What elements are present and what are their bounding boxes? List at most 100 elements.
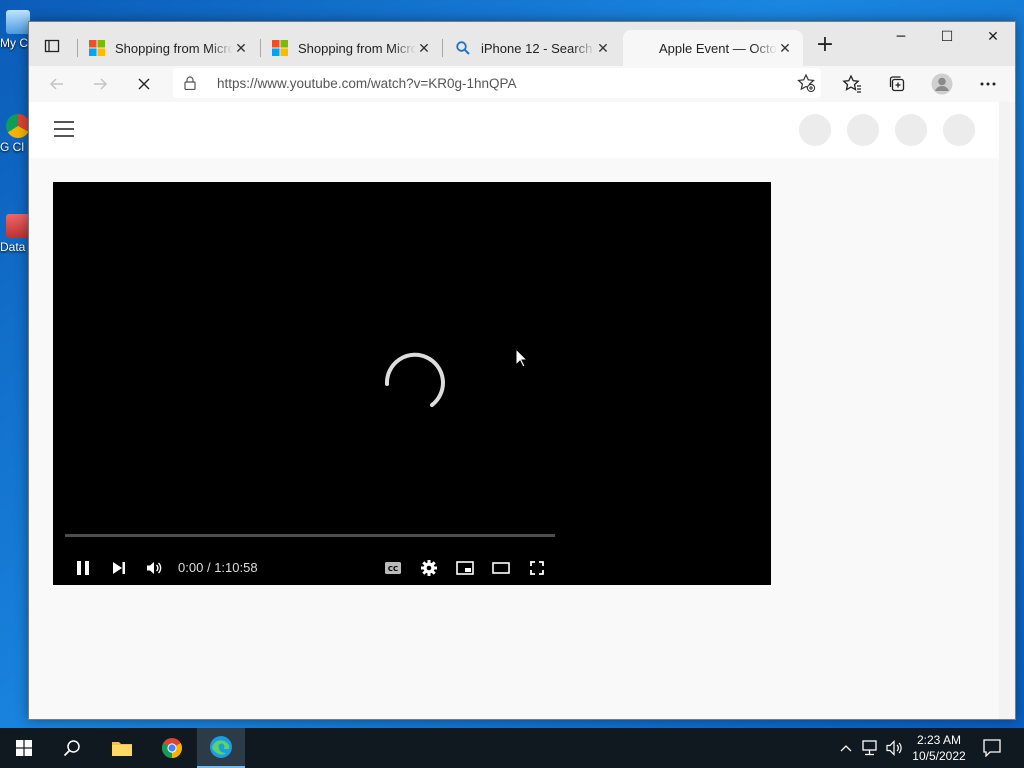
speaker-icon xyxy=(886,740,902,756)
tab-close-icon[interactable]: ✕ xyxy=(777,40,793,57)
address-bar[interactable]: https://www.youtube.com/watch?v=KR0g-1hn… xyxy=(173,68,821,98)
arrow-right-icon xyxy=(94,78,108,90)
data-shortcut-icon xyxy=(6,214,30,238)
subtitles-button[interactable]: CC xyxy=(381,556,405,580)
profile-button[interactable] xyxy=(928,70,956,98)
video-progress-bar[interactable] xyxy=(65,534,555,537)
desktop-icon-my-computer[interactable]: My C xyxy=(0,10,30,50)
search-icon xyxy=(456,41,470,55)
fullscreen-icon xyxy=(530,561,544,575)
chevron-up-icon xyxy=(840,745,852,752)
clock-date: 10/5/2022 xyxy=(912,749,966,763)
minimize-button[interactable]: ─ xyxy=(878,22,924,52)
favorites-button[interactable] xyxy=(838,70,866,98)
tab-apple-event[interactable]: Apple Event — October ✕ xyxy=(623,30,803,66)
notifications-button[interactable] xyxy=(978,728,1006,768)
tab-strip: Shopping from Microsoft ✕ Shopping from … xyxy=(29,22,1015,66)
time-separator: / xyxy=(206,560,211,575)
address-url[interactable]: https://www.youtube.com/watch?v=KR0g-1hn… xyxy=(207,76,517,91)
desktop-icon-google-chrome[interactable]: G Cl xyxy=(0,114,30,154)
taskbar: 2:23 AM 10/5/2022 xyxy=(0,728,1024,768)
mute-button[interactable] xyxy=(142,556,166,580)
microsoft-logo-icon xyxy=(272,40,288,56)
desktop-icon-label: Data xyxy=(0,240,26,254)
tab-title: Apple Event — October xyxy=(659,40,777,56)
hamburger-menu-icon[interactable] xyxy=(54,121,74,137)
miniplayer-button[interactable] xyxy=(453,556,477,580)
loading-icon xyxy=(633,40,649,56)
back-button[interactable] xyxy=(43,70,71,98)
tab-title: Shopping from Microsoft xyxy=(115,40,233,56)
edge-icon xyxy=(210,736,232,758)
search-button[interactable] xyxy=(48,728,96,768)
stop-loading-button[interactable] xyxy=(130,70,158,98)
browser-toolbar: https://www.youtube.com/watch?v=KR0g-1hn… xyxy=(29,66,1015,102)
tab-actions-icon xyxy=(44,39,60,53)
show-hidden-icons-button[interactable] xyxy=(836,728,856,768)
tab-shopping-microsoft-1[interactable]: Shopping from Microsoft ✕ xyxy=(79,30,259,66)
favorites-icon xyxy=(842,74,861,93)
notification-icon xyxy=(983,739,1001,757)
more-dots-icon xyxy=(980,82,996,86)
svg-text:CC: CC xyxy=(388,565,398,573)
forward-button[interactable] xyxy=(86,70,114,98)
close-window-button[interactable]: ✕ xyxy=(970,22,1016,52)
tab-title: iPhone 12 - Search xyxy=(481,40,593,56)
tab-shopping-microsoft-2[interactable]: Shopping from Microsoft ✕ xyxy=(262,30,442,66)
settings-button[interactable] xyxy=(417,556,441,580)
network-button[interactable] xyxy=(860,728,882,768)
tab-close-icon[interactable]: ✕ xyxy=(233,40,249,57)
maximize-button[interactable]: ☐ xyxy=(924,22,970,52)
youtube-header xyxy=(29,102,999,158)
file-explorer-button[interactable] xyxy=(98,728,146,768)
tab-iphone-search[interactable]: iPhone 12 - Search ✕ xyxy=(445,30,621,66)
edge-button[interactable] xyxy=(197,728,245,768)
computer-icon xyxy=(6,10,30,34)
miniplayer-icon xyxy=(456,561,474,575)
tab-title: Shopping from Microsoft xyxy=(298,40,416,56)
chrome-icon xyxy=(161,738,183,759)
tab-close-icon[interactable]: ✕ xyxy=(416,40,432,57)
closed-captions-icon: CC xyxy=(385,562,401,574)
tab-separator xyxy=(77,39,78,57)
lock-icon[interactable] xyxy=(173,76,207,90)
tab-separator xyxy=(442,39,443,57)
next-button[interactable] xyxy=(107,556,131,580)
desktop-icon-data[interactable]: Data xyxy=(0,214,30,254)
settings-more-button[interactable] xyxy=(974,70,1002,98)
tab-close-icon[interactable]: ✕ xyxy=(595,40,611,57)
video-player[interactable]: 0:00 / 1:10:58 CC xyxy=(53,182,771,585)
theater-mode-button[interactable] xyxy=(489,556,513,580)
desktop-icon-label: G Cl xyxy=(0,140,24,154)
new-tab-button[interactable]: + xyxy=(813,34,837,58)
chrome-button[interactable] xyxy=(148,728,196,768)
page-scrollbar[interactable] xyxy=(999,102,1015,719)
header-placeholder xyxy=(799,114,831,146)
header-placeholder xyxy=(895,114,927,146)
tab-actions-button[interactable] xyxy=(39,34,65,58)
windows-logo-icon xyxy=(16,740,32,756)
start-button[interactable] xyxy=(0,728,48,768)
gear-icon xyxy=(421,560,437,576)
total-time: 1:10:58 xyxy=(214,560,258,575)
avatar xyxy=(931,73,953,95)
fullscreen-button[interactable] xyxy=(525,556,549,580)
folder-icon xyxy=(112,742,132,756)
close-icon xyxy=(138,78,150,90)
microsoft-logo-icon xyxy=(89,40,105,56)
pause-icon xyxy=(77,561,89,575)
header-placeholder xyxy=(943,114,975,146)
search-icon xyxy=(63,740,80,757)
add-favorite-icon[interactable] xyxy=(795,72,817,94)
collections-button[interactable] xyxy=(883,70,911,98)
current-time: 0:00 xyxy=(178,560,204,575)
loading-spinner-icon xyxy=(385,352,445,407)
pause-button[interactable] xyxy=(71,556,95,580)
clock-time: 2:23 AM xyxy=(916,733,962,747)
volume-button[interactable] xyxy=(884,728,906,768)
taskbar-clock[interactable]: 2:23 AM 10/5/2022 xyxy=(906,732,972,764)
skip-next-icon xyxy=(113,562,125,574)
header-placeholder xyxy=(847,114,879,146)
tab-separator xyxy=(260,39,261,57)
video-timecode: 0:00 / 1:10:58 xyxy=(178,560,258,575)
